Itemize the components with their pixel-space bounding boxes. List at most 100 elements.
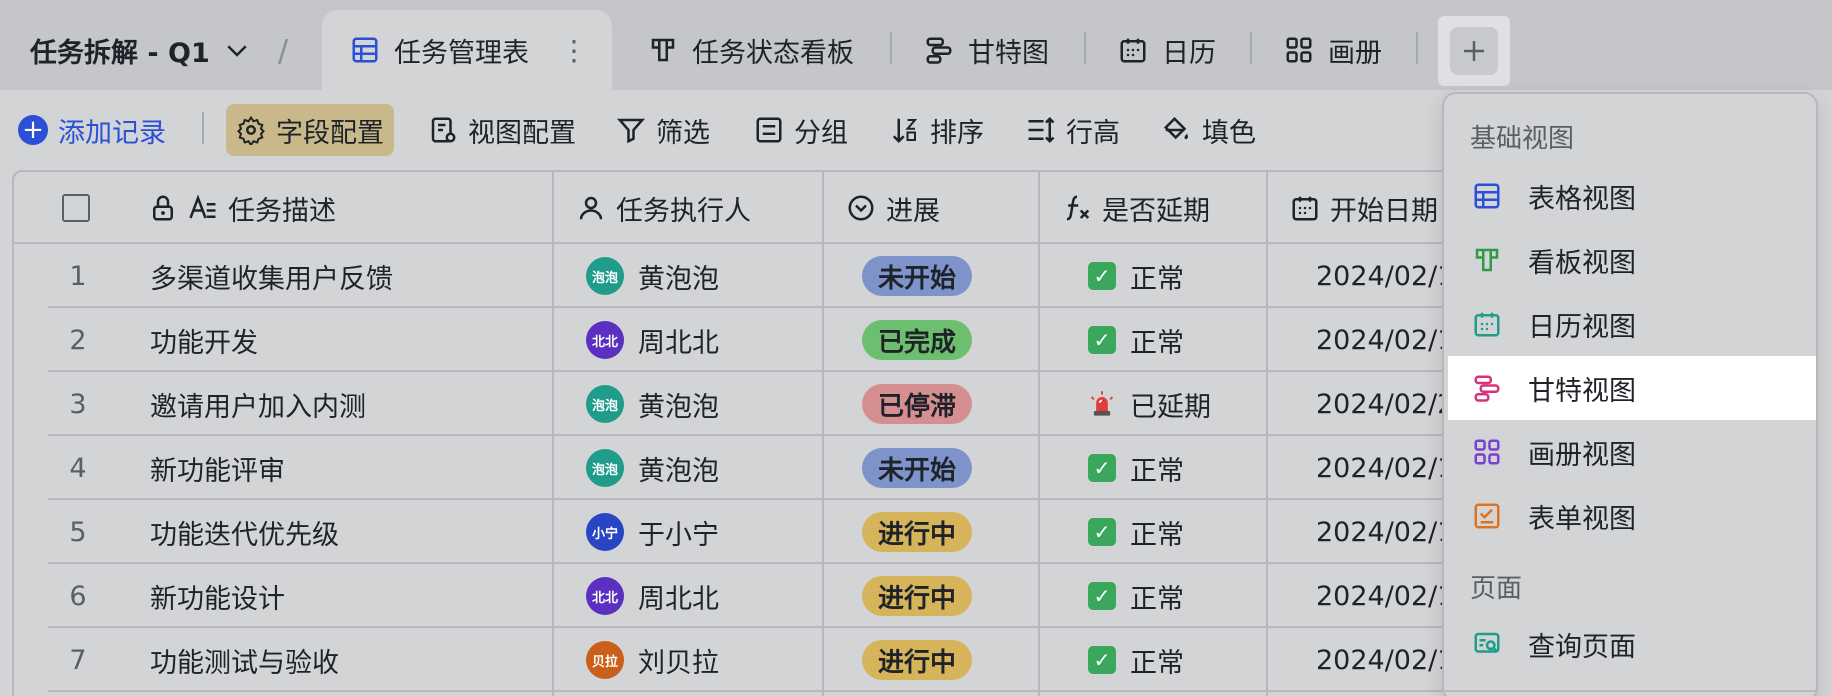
select-all-checkbox[interactable] [62, 194, 90, 222]
column-label: 是否延期 [1102, 195, 1210, 227]
tab-calendar[interactable]: 日历 [1090, 10, 1244, 90]
column-header-status[interactable]: 进展 [834, 172, 940, 244]
table-row[interactable]: 6 新功能设计 北北 周北北 进行中 ✓ 正常 2024/02/14 [48, 564, 1480, 628]
delay-status[interactable]: ✓ 正常 [1088, 564, 1184, 628]
filter-button[interactable]: 筛选 [616, 104, 710, 156]
calendar-icon [1120, 38, 1146, 63]
group-label: 分组 [794, 117, 848, 149]
table-row[interactable]: 1 多渠道收集用户反馈 泡泡 黄泡泡 未开始 ✓ 正常 2024/02/15 [48, 244, 1480, 308]
view-config-label: 视图配置 [468, 117, 576, 149]
tab-gantt[interactable]: 甘特图 [896, 10, 1077, 90]
task-status[interactable]: 未开始 [862, 244, 973, 308]
task-assignee[interactable]: 贝拉 刘贝拉 [586, 628, 719, 692]
project-selector[interactable]: 任务拆解 - Q1 [30, 30, 252, 70]
form-icon [1474, 503, 1500, 529]
table-row[interactable]: 7 功能测试与验收 贝拉 刘贝拉 进行中 ✓ 正常 2024/02/13 [48, 628, 1480, 692]
calendar-icon [1474, 312, 1500, 337]
menu-item-gallery-view[interactable]: 画册视图 [1448, 420, 1816, 484]
column-header-start-date[interactable]: 开始日期 [1278, 172, 1438, 244]
row-number: 6 [69, 580, 87, 612]
toolbar-separator [202, 112, 204, 144]
delay-label: 正常 [1130, 583, 1184, 615]
task-assignee[interactable]: 泡泡 黄泡泡 [586, 244, 719, 308]
menu-item-gantt-view[interactable]: 甘特视图 [1448, 356, 1816, 420]
menu-item-label: 看板视图 [1528, 247, 1636, 279]
tab-label: 任务状态看板 [692, 37, 854, 69]
data-table: 任务描述 任务执行人 进展 是否延期 开始日期 1 多渠道收集用户反馈 泡泡 黄泡泡未… [12, 170, 1482, 696]
task-description[interactable]: 新功能设计 [150, 564, 285, 628]
tab-label: 甘特图 [968, 37, 1049, 69]
lock-icon [153, 195, 173, 221]
table-row[interactable]: 2 功能开发 北北 周北北 已完成 ✓ 正常 2024/02/13 [48, 308, 1480, 372]
group-icon [756, 117, 782, 143]
assignee-name: 黄泡泡 [638, 391, 719, 423]
add-record-button[interactable]: + 添加记录 [18, 104, 166, 156]
menu-item-label: 画册视图 [1528, 439, 1636, 471]
assignee-name: 黄泡泡 [638, 455, 719, 487]
task-description[interactable]: 多渠道收集用户反馈 [150, 244, 393, 308]
delay-status[interactable]: ✓ 正常 [1088, 308, 1184, 372]
task-status[interactable]: 已完成 [862, 308, 973, 372]
table-row[interactable]: 4 新功能评审 泡泡 黄泡泡 未开始 ✓ 正常 2024/02/12 [48, 436, 1480, 500]
chevron-down-icon [227, 45, 247, 57]
siren-icon [1090, 391, 1114, 416]
field-config-button[interactable]: 字段配置 [226, 104, 394, 156]
menu-group-basic: 基础视图 [1470, 124, 1575, 154]
task-assignee[interactable]: 小宁 于小宁 [586, 500, 719, 564]
delay-status[interactable]: ✓ 正常 [1088, 244, 1184, 308]
tab-separator [1416, 32, 1418, 64]
menu-item-form-view[interactable]: 表单视图 [1448, 484, 1816, 548]
task-status[interactable]: 进行中 [862, 628, 973, 692]
delay-status[interactable]: ✓ 正常 [1088, 500, 1184, 564]
table-row[interactable]: 5 功能迭代优先级 小宁 于小宁 进行中 ✓ 正常 2024/02/15 [48, 500, 1480, 564]
more-vertical-icon[interactable]: ⋮ [560, 34, 588, 67]
tab-kanban[interactable]: 任务状态看板 [620, 10, 882, 90]
delay-status[interactable]: ✓ 正常 [1088, 628, 1184, 692]
task-status[interactable]: 未开始 [862, 436, 973, 500]
add-view-button[interactable] [1438, 16, 1510, 86]
view-config-button[interactable]: 视图配置 [428, 104, 576, 156]
menu-item-query-page[interactable]: 查询页面 [1448, 612, 1816, 676]
task-status[interactable]: 进行中 [862, 500, 973, 564]
task-description[interactable]: 邀请用户加入内测 [150, 372, 366, 436]
status-badge: 进行中 [862, 576, 973, 616]
task-assignee[interactable]: 泡泡 黄泡泡 [586, 436, 719, 500]
task-assignee[interactable]: 北北 周北北 [586, 564, 719, 628]
sort-button[interactable]: 排序 [890, 104, 984, 156]
sort-icon [892, 118, 918, 144]
menu-item-kanban-view[interactable]: 看板视图 [1448, 228, 1816, 292]
delay-label: 已延期 [1130, 391, 1211, 423]
task-description[interactable]: 功能迭代优先级 [150, 500, 339, 564]
row-number: 4 [69, 452, 87, 484]
check-icon: ✓ [1088, 646, 1116, 674]
column-header-desc[interactable]: 任务描述 [136, 172, 336, 244]
group-button[interactable]: 分组 [754, 104, 848, 156]
tab-gallery[interactable]: 画册 [1256, 10, 1410, 90]
task-status[interactable]: 进行中 [862, 564, 973, 628]
row-number: 5 [69, 516, 87, 548]
text-field-icon [189, 194, 216, 219]
delay-status[interactable]: 已延期 [1088, 372, 1211, 436]
check-icon: ✓ [1088, 518, 1116, 546]
task-description[interactable]: 功能开发 [150, 308, 258, 372]
task-status[interactable]: 已停滞 [862, 372, 973, 436]
task-description[interactable]: 新功能评审 [150, 436, 285, 500]
fill-color-button[interactable]: 填色 [1162, 104, 1256, 156]
task-description[interactable]: 功能测试与验收 [150, 628, 339, 692]
delay-status[interactable]: ✓ 正常 [1088, 436, 1184, 500]
tab-task-table[interactable]: 任务管理表 ⋮ [322, 10, 612, 90]
add-view-menu: 基础视图 表格视图 看板视图 日历视图 甘特视图 画册视图 表单视图 页面 查询… [1442, 92, 1818, 696]
table-row[interactable]: 3 邀请用户加入内测 泡泡 黄泡泡 已停滞 已延期 2024/02/20 [48, 372, 1480, 436]
task-assignee[interactable]: 泡泡 黄泡泡 [586, 372, 719, 436]
fill-color-label: 填色 [1202, 117, 1256, 149]
column-header-person[interactable]: 任务执行人 [564, 172, 751, 244]
gantt-icon [926, 37, 952, 64]
menu-item-calendar-view[interactable]: 日历视图 [1448, 292, 1816, 356]
tab-separator [1084, 32, 1086, 64]
task-assignee[interactable]: 北北 周北北 [586, 308, 719, 372]
row-height-button[interactable]: 行高 [1026, 104, 1120, 156]
column-header-delay[interactable]: 是否延期 [1050, 172, 1210, 244]
menu-item-label: 日历视图 [1528, 311, 1636, 343]
assignee-name: 刘贝拉 [638, 647, 719, 679]
menu-item-grid-view[interactable]: 表格视图 [1448, 164, 1816, 228]
